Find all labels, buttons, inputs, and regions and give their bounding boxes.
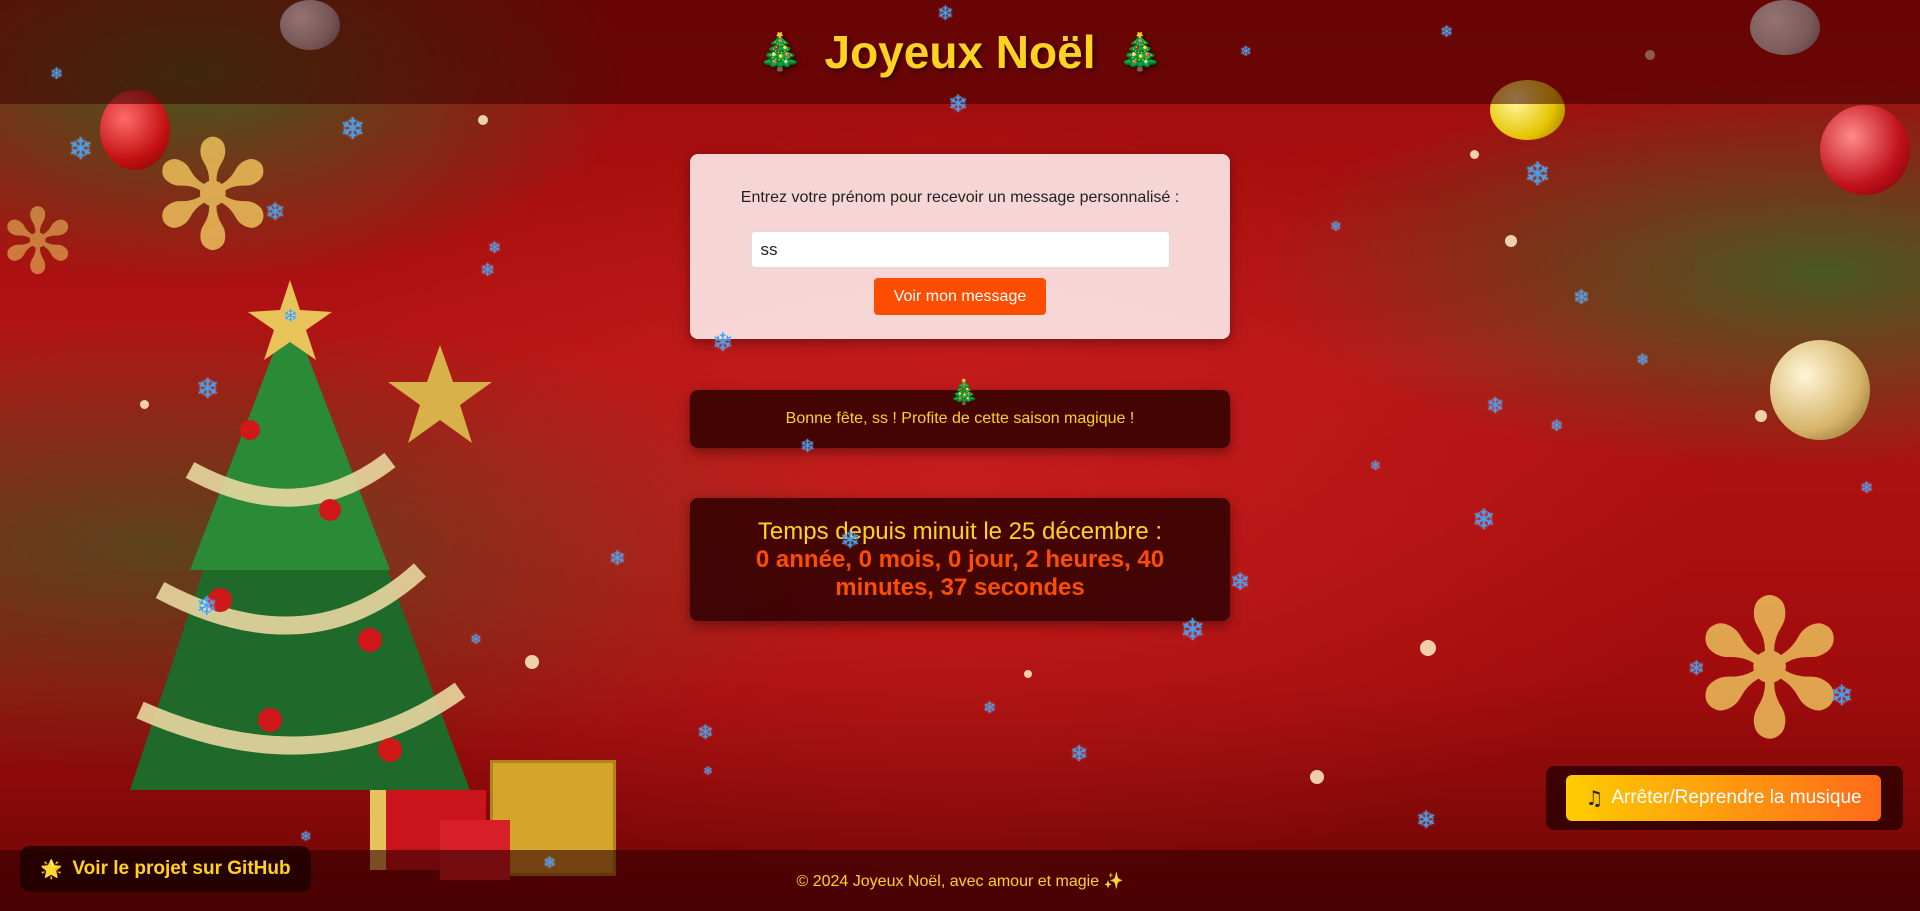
- snowflake-icon: ❄: [1416, 806, 1437, 834]
- snowflake-icon: ❄: [1524, 155, 1551, 193]
- name-form-label: Entrez votre prénom pour recevoir un mes…: [740, 189, 1180, 206]
- gold-star-ornament: [388, 345, 492, 443]
- light-dot: [478, 115, 488, 125]
- music-note-icon: ♫: [1585, 786, 1604, 810]
- bauble-ornament: [1820, 105, 1910, 195]
- music-control-panel: ♫ Arrêter/Reprendre la musique: [1546, 766, 1903, 830]
- toggle-music-button[interactable]: ♫ Arrêter/Reprendre la musique: [1566, 775, 1881, 821]
- snowflake-icon: ❄: [703, 764, 714, 778]
- gold-snowflake-ornament: ✻: [0, 190, 76, 295]
- christmas-tree-icon: 🎄: [1117, 32, 1163, 73]
- snowflake-icon: ❄: [983, 698, 997, 717]
- page-title: 🎄 Joyeux Noël 🎄: [758, 25, 1163, 79]
- snowflake-icon: ❄: [1472, 503, 1496, 536]
- light-dot: [140, 400, 149, 409]
- snowflake-icon: ❄: [1070, 742, 1089, 767]
- snowflake-icon: ❄: [265, 198, 286, 226]
- snowflake-icon: ❄: [1486, 394, 1505, 419]
- github-link-label: Voir le projet sur GitHub: [72, 858, 291, 879]
- show-message-button[interactable]: Voir mon message: [874, 278, 1046, 315]
- light-dot: [1505, 235, 1517, 247]
- star-icon: 🌟: [40, 858, 63, 880]
- snowflake-icon: ❄: [196, 372, 220, 405]
- snowflake-icon: ❄: [1636, 350, 1650, 369]
- snowflake-icon: ❄: [68, 132, 94, 167]
- countdown-timer-card: Temps depuis minuit le 25 décembre : 0 a…: [690, 498, 1230, 621]
- christmas-tree-icon: 🎄: [949, 378, 979, 406]
- snowflake-icon: ❄: [1550, 416, 1564, 435]
- christmas-tree-icon: 🎄: [757, 32, 803, 73]
- snowflake-icon: ❄: [1860, 478, 1874, 497]
- snowflake-icon: ❄: [1330, 219, 1342, 235]
- toggle-music-label: Arrêter/Reprendre la musique: [1611, 787, 1862, 808]
- light-dot: [1024, 670, 1032, 678]
- light-dot: [1420, 640, 1436, 656]
- snowflake-icon: ❄: [1688, 656, 1705, 680]
- gold-snowflake-ornament: ✻: [150, 110, 276, 284]
- timer-value: 0 année, 0 mois, 0 jour, 2 heures, 40 mi…: [755, 546, 1165, 601]
- snowflake-icon: ❄: [283, 306, 299, 327]
- header-bar: 🎄 Joyeux Noël 🎄: [0, 0, 1920, 104]
- snowflake-icon: ❄: [1370, 459, 1381, 474]
- snowflake-icon: ❄: [1573, 285, 1590, 309]
- snowflake-icon: ❄: [1230, 568, 1251, 596]
- light-dot: [1470, 150, 1479, 159]
- snowflake-icon: ❄: [196, 592, 218, 622]
- snowflake-icon: ❄: [697, 720, 714, 744]
- github-link[interactable]: 🌟 Voir le projet sur GitHub: [20, 846, 311, 892]
- page-title-text: Joyeux Noël: [824, 26, 1096, 78]
- snowflake-icon: ❄: [470, 632, 482, 648]
- snowflake-icon: ❄: [480, 260, 496, 281]
- snowflake-icon: ❄: [488, 238, 502, 257]
- light-dot: [525, 655, 539, 669]
- timer-label: Temps depuis minuit le 25 décembre :: [757, 518, 1163, 545]
- footer-text: © 2024 Joyeux Noël, avec amour et magie …: [796, 872, 1124, 890]
- snowflake-icon: ❄: [609, 546, 626, 570]
- personal-message-text: Bonne fête, ss ! Profite de cette saison…: [785, 410, 1135, 427]
- snowflake-icon: ❄: [340, 112, 366, 147]
- bauble-ornament: [1770, 340, 1870, 440]
- gold-snowflake-ornament: ✻: [1690, 560, 1850, 781]
- name-form-card: Entrez votre prénom pour recevoir un mes…: [690, 154, 1230, 339]
- snowflake-icon: ❄: [300, 829, 312, 845]
- snowflake-icon: ❄: [1830, 679, 1854, 712]
- light-dot: [1310, 770, 1324, 784]
- light-dot: [1755, 410, 1767, 422]
- name-input[interactable]: [750, 231, 1170, 268]
- christmas-tree-illustration: [130, 280, 470, 790]
